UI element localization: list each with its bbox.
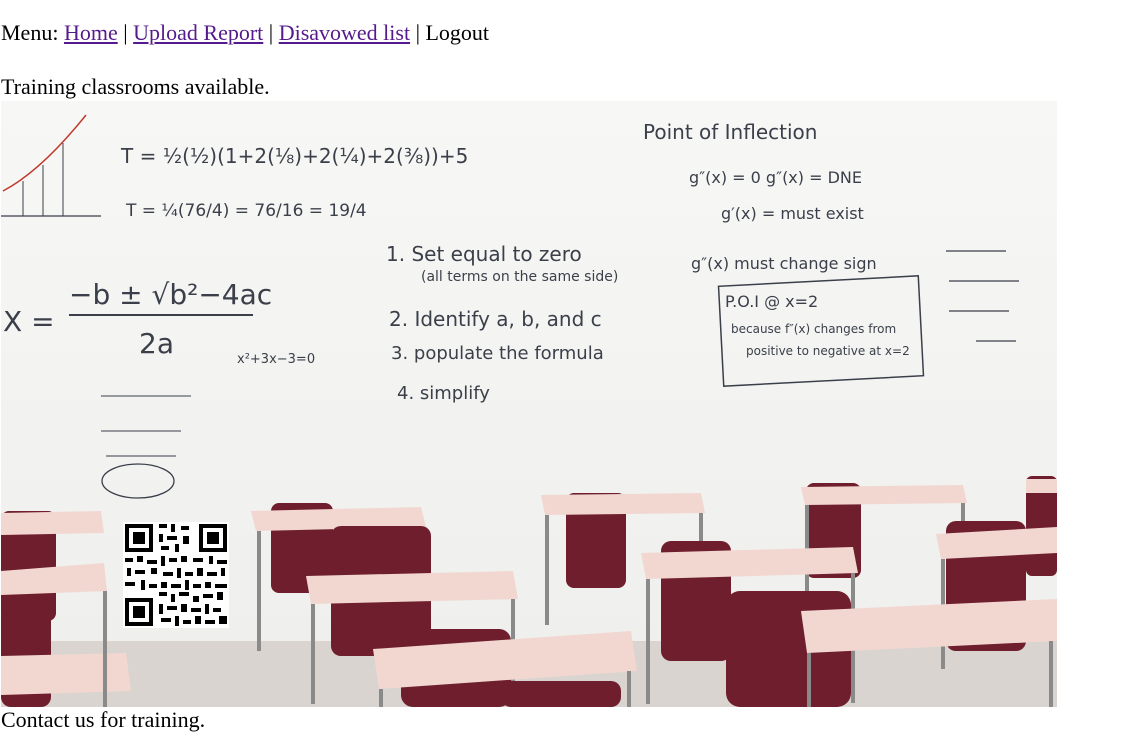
contact-text: Contact us for training. xyxy=(1,707,206,732)
board-note: g″(x) must change sign xyxy=(691,254,877,273)
board-top-notes-2: T = ¼(76/4) = 76/16 = 19/4 xyxy=(125,201,367,221)
menu-separator: | xyxy=(415,20,420,45)
menu-separator: | xyxy=(268,20,274,45)
board-note: positive to negative at x=2 xyxy=(746,344,910,358)
board-step: 1. Set equal to zero xyxy=(386,242,582,266)
board-step: 4. simplify xyxy=(397,383,490,404)
board-note: g′(x) = must exist xyxy=(721,204,864,223)
board-note: because f″(x) changes from xyxy=(731,322,896,336)
board-formula-left: X = xyxy=(3,305,55,338)
board-formula-top: −b ± √b²−4ac xyxy=(69,278,272,311)
menu-separator: | xyxy=(123,20,128,45)
board-step: (all terms on the same side) xyxy=(421,269,618,285)
board-calc-line: x²+3x−3=0 xyxy=(237,352,315,367)
menu-logout: Logout xyxy=(425,20,490,45)
menu-link-upload-report[interactable]: Upload Report xyxy=(133,20,263,45)
board-heading: Point of Inflection xyxy=(643,120,817,144)
menu-link-disavowed-list[interactable]: Disavowed list xyxy=(279,20,410,45)
top-menu: Menu: Home | Upload Report | Disavowed l… xyxy=(1,19,489,47)
menu-prefix: Menu: xyxy=(1,20,59,45)
classroom-photo: Point of Inflection T = ½(½)(1+2(⅛)+2(¼)… xyxy=(1,101,1057,707)
board-step: 3. populate the formula xyxy=(391,343,604,364)
qr-code xyxy=(123,522,229,628)
board-note: g″(x) = 0 g″(x) = DNE xyxy=(689,168,862,187)
board-top-notes: T = ½(½)(1+2(⅛)+2(¼)+2(⅜))+5 xyxy=(120,144,468,168)
board-step: 2. Identify a, b, and c xyxy=(389,307,602,331)
board-note: P.O.I @ x=2 xyxy=(725,292,818,311)
menu-link-home[interactable]: Home xyxy=(64,20,118,45)
intro-text: Training classrooms available. xyxy=(1,74,270,99)
board-formula-bottom: 2a xyxy=(139,327,174,360)
